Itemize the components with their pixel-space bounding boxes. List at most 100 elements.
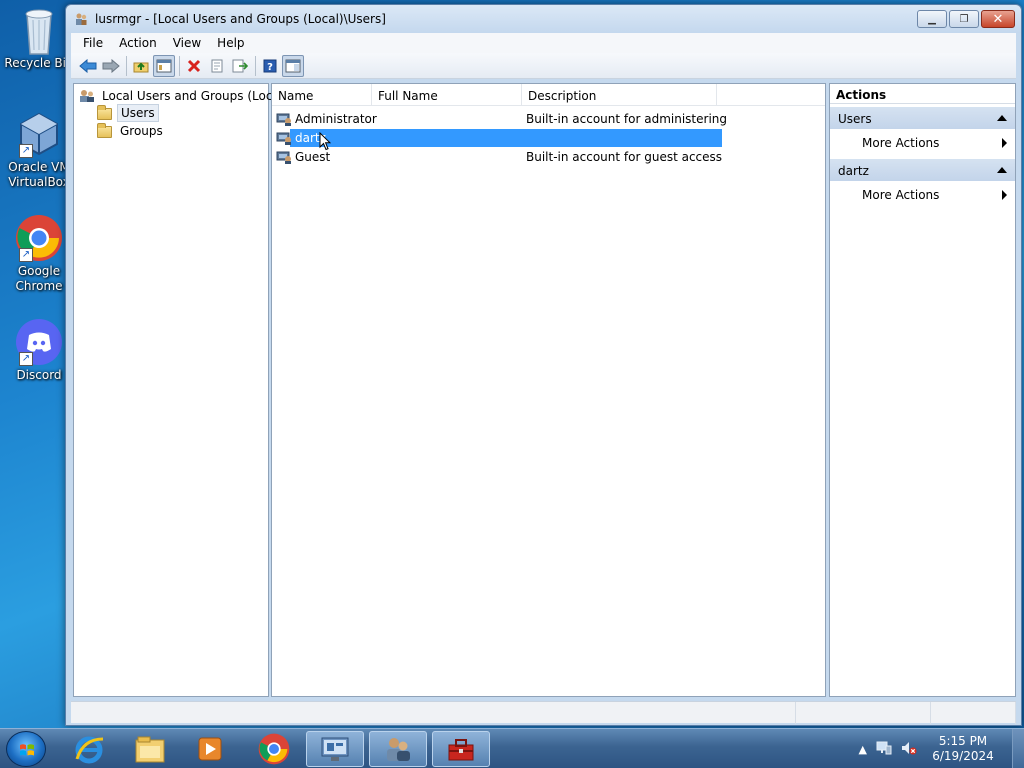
menu-action[interactable]: Action xyxy=(111,36,165,50)
list-row-guest[interactable]: Guest Built-in account for guest access … xyxy=(276,148,726,166)
file-explorer-icon xyxy=(135,736,165,763)
status-cell xyxy=(71,702,796,724)
console-tree-pane[interactable]: Local Users and Groups (Local) Users Gro… xyxy=(73,83,288,697)
computer-management-icon xyxy=(321,737,349,761)
taskbar-internet-explorer[interactable] xyxy=(60,731,118,767)
export-list-button[interactable] xyxy=(229,55,251,77)
chrome-icon xyxy=(258,733,290,765)
taskbar-file-explorer[interactable] xyxy=(121,731,179,767)
back-button[interactable] xyxy=(77,55,99,77)
show-hide-console-tree-button[interactable] xyxy=(153,54,175,77)
user-description: Built-in account for administering... xyxy=(526,112,726,126)
menu-view[interactable]: View xyxy=(165,36,209,50)
toolbar-separator xyxy=(179,55,180,76)
volume-muted-icon[interactable] xyxy=(901,741,917,758)
tree-item-root[interactable]: Local Users and Groups (Local) xyxy=(79,88,291,104)
show-hide-action-pane-button[interactable] xyxy=(282,54,304,77)
more-actions-users[interactable]: More Actions xyxy=(830,129,1015,153)
taskbar-media-player[interactable] xyxy=(181,731,239,767)
internet-explorer-icon xyxy=(75,736,104,764)
toolbar: ? xyxy=(71,53,1016,79)
windows-logo-icon xyxy=(20,744,34,756)
start-button[interactable] xyxy=(6,731,46,767)
toolbar-separator xyxy=(255,55,256,76)
user-icon xyxy=(276,113,291,126)
taskbar-chrome[interactable] xyxy=(245,731,303,767)
folder-icon xyxy=(97,105,113,120)
taskbar: ▲ 5:15 PM 6/19/2024 xyxy=(0,728,1024,768)
minimize-button[interactable]: ▁ xyxy=(917,10,947,28)
user-description: Built-in account for guest access t... xyxy=(526,150,726,164)
collapse-arrow-icon[interactable] xyxy=(997,115,1007,121)
users-app-icon xyxy=(76,13,87,25)
list-row-dartz[interactable]: dartz xyxy=(276,129,726,147)
tree-item-label: Local Users and Groups (Local) xyxy=(102,89,288,103)
close-icon: ✕ xyxy=(992,11,1004,27)
column-header-name[interactable]: Name xyxy=(272,84,372,106)
chrome-icon: ↗ xyxy=(15,214,63,262)
discord-icon: ↗ xyxy=(15,318,63,366)
virtualbox-icon: ↗ xyxy=(15,110,63,158)
title-bar[interactable]: lusrmgr - [Local Users and Groups (Local… xyxy=(66,5,1021,33)
show-desktop-button[interactable] xyxy=(1012,729,1024,768)
actions-title: Actions xyxy=(830,84,1015,104)
clock[interactable]: 5:15 PM 6/19/2024 xyxy=(926,734,1000,764)
desktop-icon-virtualbox[interactable]: ↗ Oracle VM VirtualBox xyxy=(4,110,74,190)
menu-bar: File Action View Help xyxy=(71,33,1016,53)
results-pane[interactable]: Name Full Name Description Administrator… xyxy=(271,83,826,697)
show-hide-action-pane-icon xyxy=(285,59,301,72)
clock-date: 6/19/2024 xyxy=(932,749,994,763)
actions-section-header: dartz xyxy=(838,164,869,178)
help-button[interactable]: ? xyxy=(259,55,281,77)
users-icon xyxy=(387,738,410,761)
network-icon[interactable] xyxy=(876,741,892,758)
desktop-icon-recycle-bin[interactable]: Recycle Bin xyxy=(4,6,74,71)
desktop-icon-discord[interactable]: ↗ Discord xyxy=(4,318,74,383)
shortcut-arrow-icon: ↗ xyxy=(19,144,33,158)
window-title: lusrmgr - [Local Users and Groups (Local… xyxy=(95,12,386,26)
desktop-icon-label: Discord xyxy=(16,368,62,382)
maximize-icon: ❐ xyxy=(959,13,969,25)
toolbar-separator xyxy=(126,55,127,76)
tree-item-label: Groups xyxy=(120,124,163,138)
maximize-button[interactable]: ❐ xyxy=(949,10,979,28)
forward-button[interactable] xyxy=(100,55,122,77)
properties-button[interactable] xyxy=(206,55,228,77)
tree-item-groups[interactable]: Groups xyxy=(97,123,166,139)
window-controls: ▁ ❐ ✕ xyxy=(915,10,1015,28)
delete-button[interactable] xyxy=(183,55,205,77)
more-actions-label: More Actions xyxy=(862,136,940,150)
shortcut-arrow-icon: ↗ xyxy=(19,248,33,262)
up-one-level-button[interactable] xyxy=(130,55,152,77)
close-button[interactable]: ✕ xyxy=(981,10,1015,28)
actions-section-dartz[interactable]: dartz xyxy=(830,159,1015,181)
column-header-description[interactable]: Description xyxy=(522,84,717,106)
status-cell xyxy=(931,702,1016,724)
delete-icon xyxy=(187,59,201,72)
column-header-full-name[interactable]: Full Name xyxy=(372,84,522,106)
status-bar xyxy=(71,701,1016,724)
taskbar-lusrmgr[interactable] xyxy=(369,731,427,767)
user-name: Administrator xyxy=(295,112,377,126)
shortcut-arrow-icon: ↗ xyxy=(19,352,33,366)
taskbar-computer-management[interactable] xyxy=(306,731,364,767)
mouse-cursor-icon xyxy=(319,132,331,151)
menu-help[interactable]: Help xyxy=(209,36,252,50)
user-name: Guest xyxy=(295,150,331,164)
tree-item-users[interactable]: Users xyxy=(97,104,159,122)
show-hidden-icons-icon[interactable]: ▲ xyxy=(859,743,867,756)
collapse-arrow-icon[interactable] xyxy=(997,167,1007,173)
taskbar-toolbox[interactable] xyxy=(432,731,490,767)
actions-section-users[interactable]: Users xyxy=(830,107,1015,129)
media-player-icon xyxy=(198,737,222,761)
status-cell xyxy=(796,702,931,724)
user-icon xyxy=(276,132,291,145)
tree-item-label: Users xyxy=(117,104,159,122)
user-icon xyxy=(276,151,291,164)
list-row-administrator[interactable]: Administrator Built-in account for admin… xyxy=(276,110,726,128)
desktop-icon-label: Google Chrome xyxy=(15,264,63,293)
menu-file[interactable]: File xyxy=(75,36,111,50)
desktop-icon-chrome[interactable]: ↗ Google Chrome xyxy=(4,214,74,294)
toolbox-icon xyxy=(448,739,474,761)
more-actions-dartz[interactable]: More Actions xyxy=(830,181,1015,205)
